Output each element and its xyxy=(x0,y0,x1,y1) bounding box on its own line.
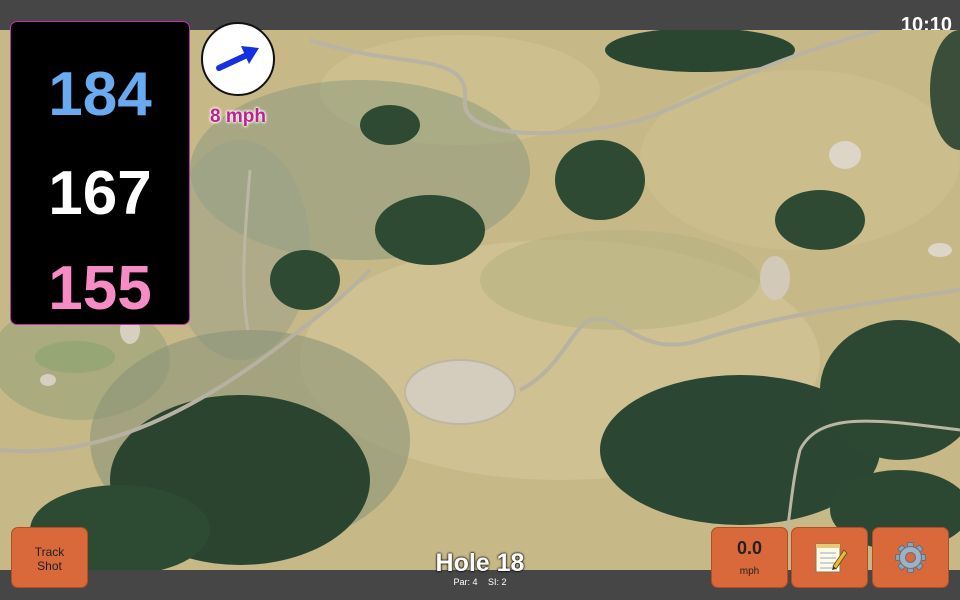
speed-button[interactable]: 0.0 mph xyxy=(712,528,787,587)
distance-front: 155 xyxy=(48,254,152,323)
distance-back: 184 xyxy=(48,60,152,129)
track-shot-label: Track Shot xyxy=(34,545,65,573)
speed-unit: mph xyxy=(739,566,760,577)
hole-title: Hole 18 xyxy=(435,549,525,577)
hole-stroke-index: SI: 2 xyxy=(488,577,507,587)
gear-icon xyxy=(895,542,926,573)
settings-button[interactable] xyxy=(873,528,948,587)
distance-panel: 184 167 155 xyxy=(11,22,189,324)
track-shot-button[interactable]: Track Shot xyxy=(12,528,87,587)
wind-indicator xyxy=(201,22,275,96)
wind-speed-label: 8 mph xyxy=(210,106,266,127)
distance-middle: 167 xyxy=(48,159,152,228)
hole-meta: Par: 4 SI: 2 xyxy=(380,577,580,587)
notepad-icon xyxy=(815,543,848,573)
wind-arrow-icon xyxy=(216,46,259,71)
speed-value: 0.0 xyxy=(736,538,763,558)
notes-button[interactable] xyxy=(792,528,867,587)
hole-par: Par: 4 xyxy=(453,577,478,587)
